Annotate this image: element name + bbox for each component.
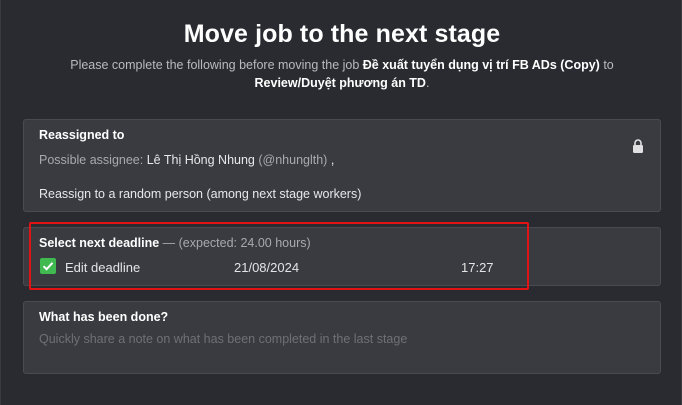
move-job-dialog: Move job to the next stage Please comple…: [0, 0, 682, 405]
random-assignee-option[interactable]: Reassign to a random person (among next …: [39, 187, 361, 201]
deadline-heading: Select next deadline — (expected: 24.00 …: [39, 236, 311, 250]
dialog-title: Move job to the next stage: [183, 20, 501, 48]
deadline-date-field[interactable]: 21/08/2024: [234, 260, 299, 275]
stage-name: Review/Duyệt phương án TD: [254, 76, 426, 90]
reassign-title: Reassigned to: [39, 128, 125, 142]
assignee-handle: (@nhunglth): [254, 153, 328, 167]
deadline-time-field[interactable]: 17:27: [461, 260, 494, 275]
edit-deadline-checkbox[interactable]: [40, 258, 56, 274]
check-icon: [42, 262, 54, 271]
done-note-input[interactable]: [39, 332, 639, 346]
deadline-card: Select next deadline — (expected: 24.00 …: [23, 227, 661, 286]
subtitle-prefix: Please complete the following before mov…: [70, 58, 363, 72]
possible-assignee-label: Possible assignee:: [39, 153, 147, 167]
deadline-title: Select next deadline: [39, 236, 160, 250]
subtitle-suffix: .: [425, 76, 430, 90]
dialog-subtitle: Please complete the following before mov…: [41, 56, 643, 92]
job-name: Đề xuất tuyển dụng vị trí FB ADs (Copy): [362, 58, 600, 72]
edit-deadline-label[interactable]: Edit deadline: [65, 260, 140, 275]
reassign-card: Reassigned to Possible assignee: Lê Thị …: [23, 119, 661, 212]
assignee-name[interactable]: Lê Thị Hồng Nhung: [147, 153, 255, 167]
assignee-separator: ,: [327, 153, 335, 167]
lock-icon: [633, 139, 643, 153]
deadline-expected: — (expected: 24.00 hours): [159, 236, 311, 250]
done-note-card: What has been done?: [23, 301, 661, 374]
possible-assignee-row: Possible assignee: Lê Thị Hồng Nhung (@n…: [39, 153, 334, 167]
done-title: What has been done?: [39, 310, 169, 324]
subtitle-mid: to: [599, 58, 614, 72]
